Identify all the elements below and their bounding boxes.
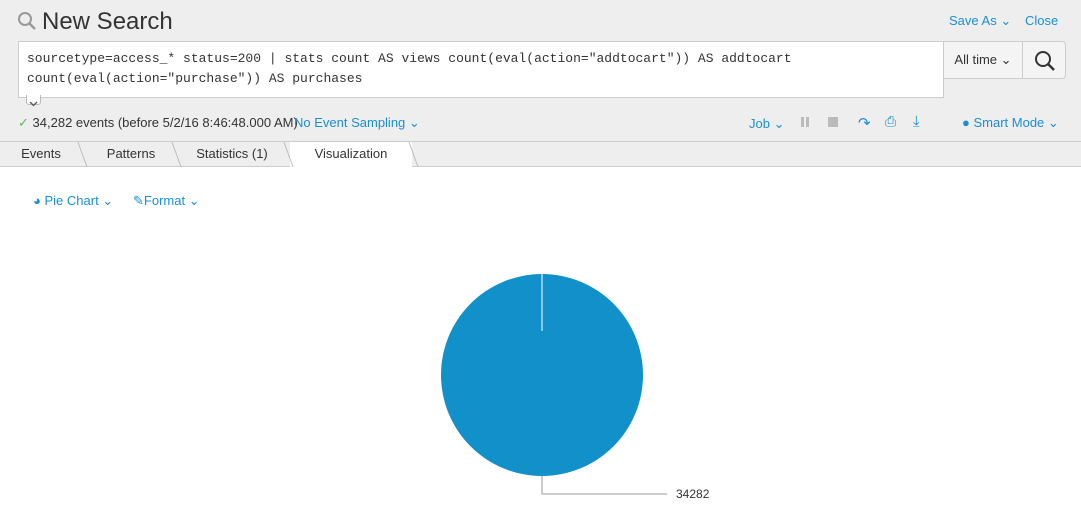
slice-label: 34282 [676,487,710,501]
label-leader-line [541,476,667,495]
pie-chart: 34282 [441,274,710,501]
